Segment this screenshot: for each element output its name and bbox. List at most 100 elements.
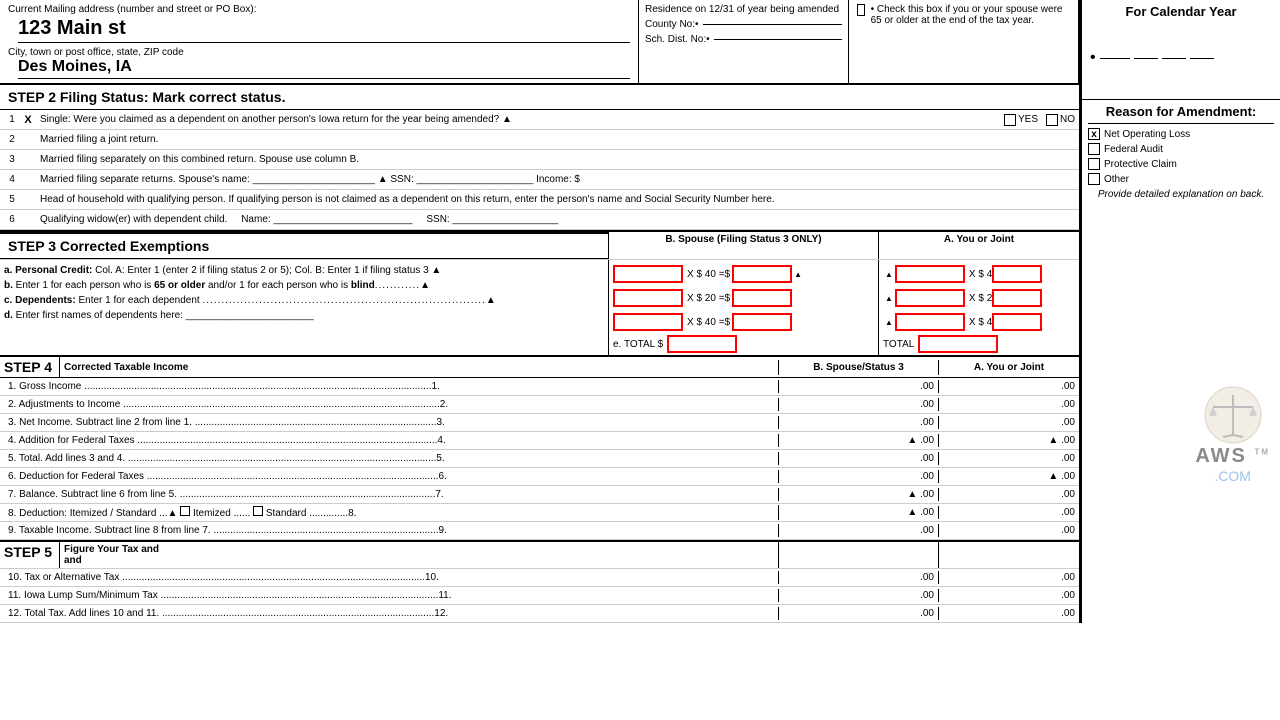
- step3-spouse-input-c[interactable]: [613, 313, 683, 331]
- step3-spouse-input-a[interactable]: [613, 265, 683, 283]
- row-num-5: 5: [4, 194, 20, 205]
- other-checkbox[interactable]: [1088, 173, 1100, 185]
- step3-spouse-result-b[interactable]: [732, 289, 792, 307]
- step3-spouse-dollar-a: $: [725, 269, 731, 280]
- step3-spouse-result-c[interactable]: [732, 313, 792, 331]
- row-check-1: X: [20, 114, 36, 126]
- step3-joint-result-c[interactable]: [992, 313, 1042, 331]
- itemized-checkbox[interactable]: [180, 506, 190, 516]
- step5-row-10: 10. Tax or Alternative Tax .............…: [0, 569, 1079, 587]
- step3-spouse-total: e. TOTAL $: [613, 335, 874, 353]
- step4-val-b-3: .00: [779, 416, 939, 429]
- calendar-year-block: For Calendar Year •: [1082, 0, 1280, 100]
- step5-val-a-11: .00: [939, 589, 1079, 602]
- step4-val-b-1: .00: [779, 380, 939, 393]
- step3-left-col: a. Personal Credit: Col. A: Enter 1 (ent…: [0, 260, 609, 355]
- step3-spouse-result-a[interactable]: [732, 265, 792, 283]
- step4-val-b-4: ▲ .00: [779, 434, 939, 447]
- reason-title: Reason for Amendment:: [1088, 104, 1274, 124]
- step3-title: STEP 3 Corrected Exemptions: [0, 232, 609, 259]
- federal-audit-checkbox[interactable]: [1088, 143, 1100, 155]
- step3-spouse-total-input[interactable]: [667, 335, 737, 353]
- other-label: Other: [1104, 174, 1129, 185]
- net-loss-checkbox[interactable]: x: [1088, 128, 1100, 140]
- row-text-5: Head of household with qualifying person…: [36, 194, 1075, 205]
- filing-row-6: 6 Qualifying widow(er) with dependent ch…: [0, 210, 1079, 230]
- step3-container: STEP 3 Corrected Exemptions B. Spouse (F…: [0, 230, 1079, 355]
- step5-header-row: STEP 5 Figure Your Tax and and: [0, 540, 1079, 569]
- step3-joint-mult-b: X $ 2: [969, 293, 992, 304]
- step3-joint-result-b[interactable]: [992, 289, 1042, 307]
- step5-val-a-12: .00: [939, 607, 1079, 620]
- right-panel: For Calendar Year • Reason for Amendment…: [1080, 0, 1280, 623]
- filing-rows: 1 X Single: Were you claimed as a depend…: [0, 110, 1079, 230]
- step3-spouse-row-b: X $ 20 = $: [613, 289, 874, 307]
- step3-joint-mult-c: X $ 4: [969, 317, 992, 328]
- row-num-2: 2: [4, 134, 20, 145]
- step5-col-a-space: [939, 542, 1079, 568]
- other-row: Other: [1088, 173, 1274, 185]
- step4-val-b-6: .00: [779, 470, 939, 483]
- yes-option[interactable]: YES: [1004, 114, 1038, 126]
- step4-header-row: STEP 4 Corrected Taxable Income B. Spous…: [0, 355, 1079, 378]
- step4-title: STEP 4: [0, 357, 60, 377]
- row-num-1: 1: [4, 114, 20, 125]
- age-checkbox[interactable]: [857, 4, 865, 16]
- step4-val-a-6: ▲ .00: [939, 470, 1079, 483]
- step3-header-row: STEP 3 Corrected Exemptions B. Spouse (F…: [0, 232, 1079, 259]
- step5-col-b-space: [779, 542, 939, 568]
- step3-joint-input-c[interactable]: [895, 313, 965, 331]
- row-text-4: Married filing separate returns. Spouse'…: [36, 174, 1075, 185]
- age-checkbox-label: • Check this box if you or your spouse w…: [871, 4, 1070, 26]
- no-option[interactable]: NO: [1046, 114, 1075, 126]
- row-text-2: Married filing a joint return.: [36, 134, 1075, 145]
- city-value: Des Moines, IA: [18, 58, 630, 79]
- no-label: NO: [1060, 114, 1075, 125]
- step3-spouse-mult-a: X $ 40 =: [687, 269, 725, 280]
- step4-label-6: 6. Deduction for Federal Taxes .........…: [0, 470, 779, 483]
- step4-val-a-7: .00: [939, 488, 1079, 501]
- no-checkbox[interactable]: [1046, 114, 1058, 126]
- filing-row-3: 3 Married filing separately on this comb…: [0, 150, 1079, 170]
- address-block: Current Mailing address (number and stre…: [0, 0, 639, 83]
- step3-joint-result-a[interactable]: [992, 265, 1042, 283]
- step4-label-4: 4. Addition for Federal Taxes ..........…: [0, 434, 779, 447]
- step4-label-3: 3. Net Income. Subtract line 2 from line…: [0, 416, 779, 429]
- triangle-jc: ▲: [885, 318, 893, 327]
- row-text-3: Married filing separately on this combin…: [36, 154, 1075, 165]
- step4-row-8: 8. Deduction: Itemized / Standard ...▲ I…: [0, 504, 1079, 522]
- city-label: City, town or post office, state, ZIP co…: [8, 47, 630, 58]
- step4-val-a-1: .00: [939, 380, 1079, 393]
- step4-label-9: 9. Taxable Income. Subtract line 8 from …: [0, 524, 779, 537]
- step4-row-3: 3. Net Income. Subtract line 2 from line…: [0, 414, 1079, 432]
- net-operating-loss-row: x Net Operating Loss: [1088, 128, 1274, 140]
- step3-joint-total-input[interactable]: [918, 335, 998, 353]
- standard-checkbox[interactable]: [253, 506, 263, 516]
- top-section: Current Mailing address (number and stre…: [0, 0, 1079, 84]
- calendar-bullet: •: [1090, 49, 1096, 67]
- watermark-area: AWS TM .COM: [1082, 204, 1280, 504]
- step5-val-b-12: .00: [779, 607, 939, 620]
- step4-row-6: 6. Deduction for Federal Taxes .........…: [0, 468, 1079, 486]
- protective-claim-checkbox[interactable]: [1088, 158, 1100, 170]
- yes-checkbox[interactable]: [1004, 114, 1016, 126]
- step4-val-b-5: .00: [779, 452, 939, 465]
- step3-spouse-dollar-c: $: [725, 317, 731, 328]
- step4-val-b-9: .00: [779, 524, 939, 537]
- step3-body: a. Personal Credit: Col. A: Enter 1 (ent…: [0, 259, 1079, 355]
- step3-row-d-label: d. Enter first names of dependents here:…: [4, 310, 604, 321]
- step3-joint-row-c: ▲ X $ 4: [883, 313, 1075, 331]
- step4-col-a-header: A. You or Joint: [939, 360, 1079, 375]
- yes-no-block: YES NO: [1004, 114, 1075, 126]
- county-line: [703, 24, 842, 25]
- step5-rows: 10. Tax or Alternative Tax .............…: [0, 569, 1079, 623]
- step3-row-a-label: a. Personal Credit: Col. A: Enter 1 (ent…: [4, 265, 604, 276]
- step4-row-4: 4. Addition for Federal Taxes ..........…: [0, 432, 1079, 450]
- protective-claim-label: Protective Claim: [1104, 159, 1177, 170]
- step3-joint-input-b[interactable]: [895, 289, 965, 307]
- row-text-1: Single: Were you claimed as a dependent …: [36, 114, 996, 125]
- step4-col-b-header: B. Spouse/Status 3: [779, 360, 939, 375]
- step3-spouse-input-b[interactable]: [613, 289, 683, 307]
- step3-joint-input-a[interactable]: [895, 265, 965, 283]
- step4-label-5: 5. Total. Add lines 3 and 4. ...........…: [0, 452, 779, 465]
